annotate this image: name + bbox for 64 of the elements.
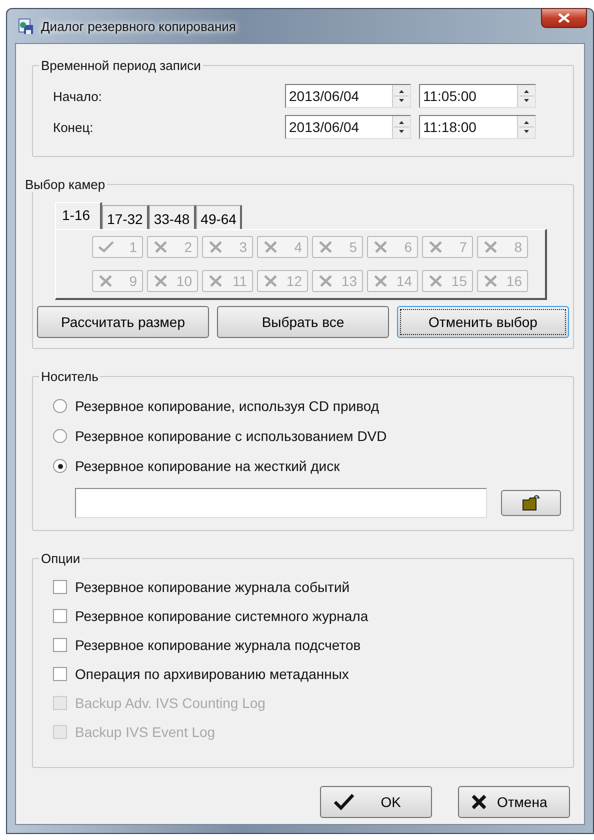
spin-arrows-icon[interactable]	[392, 85, 410, 107]
window-title: Диалог резервного копирования	[41, 18, 236, 34]
checkbox-label: Резервное копирование журнала подсчетов	[75, 637, 361, 653]
tab[interactable]: 1-16	[55, 202, 102, 229]
radio-button[interactable]	[53, 399, 67, 413]
spin-arrows-icon[interactable]	[392, 116, 410, 138]
cross-icon	[373, 241, 389, 253]
radio-button[interactable]	[53, 429, 67, 443]
cross-icon	[471, 794, 487, 810]
cross-icon	[153, 241, 169, 253]
checkbox-label: Резервное копирование системного журнала	[75, 608, 368, 624]
cross-icon	[208, 275, 224, 287]
cross-icon	[428, 275, 444, 287]
checkbox-label: Backup Adv. IVS Counting Log	[75, 695, 266, 711]
cross-icon	[318, 275, 334, 287]
radio-button[interactable]	[53, 459, 67, 473]
ok-button[interactable]: OK	[320, 786, 432, 818]
field-label: Начало:	[53, 88, 103, 104]
radio-label: Резервное копирование на жесткий диск	[75, 458, 340, 474]
group-title: Временной период записи	[40, 58, 202, 73]
checkbox-label: Backup IVS Event Log	[75, 724, 216, 740]
group-title: Носитель	[40, 369, 100, 384]
cross-icon	[153, 275, 169, 287]
path-input-field[interactable]	[75, 488, 487, 518]
action-button[interactable]: Выбрать все	[217, 306, 389, 338]
cross-icon	[208, 241, 224, 253]
group-title: Опции	[40, 551, 82, 566]
check-icon	[98, 241, 114, 253]
backup-app-icon	[17, 17, 35, 35]
checkbox[interactable]	[53, 638, 67, 652]
folder-icon	[521, 495, 541, 511]
cross-icon	[373, 275, 389, 287]
radio-label: Резервное копирование, используя CD привод	[75, 398, 380, 414]
radio-label: Резервное копирование с использованием DVD	[75, 428, 387, 444]
date-field[interactable]: 2013/06/04	[285, 115, 411, 139]
cross-icon	[428, 241, 444, 253]
group-title: Выбор камер	[24, 177, 106, 192]
cross-icon	[263, 241, 279, 253]
close-icon	[558, 13, 570, 23]
cross-icon	[318, 241, 334, 253]
close-button[interactable]	[541, 8, 587, 28]
checkbox[interactable]	[53, 667, 67, 681]
cancel-button[interactable]: Отмена	[458, 786, 570, 818]
tab[interactable]: 33-48	[148, 205, 196, 229]
cross-icon	[98, 275, 114, 287]
action-button[interactable]: Отменить выбор	[397, 306, 569, 338]
cross-icon	[263, 275, 279, 287]
time-field[interactable]: 11:05:00	[419, 84, 536, 108]
time-field[interactable]: 11:18:00	[419, 115, 536, 139]
checkbox[interactable]	[53, 609, 67, 623]
spin-arrows-icon[interactable]	[517, 85, 535, 107]
checkbox-label: Операция по архивированию метаданных	[75, 666, 349, 682]
browse-button[interactable]	[501, 490, 561, 516]
field-label: Конец:	[53, 120, 94, 134]
checkmark-icon	[333, 793, 355, 811]
action-button[interactable]: Рассчитать размер	[37, 306, 209, 338]
spin-arrows-icon[interactable]	[517, 116, 535, 138]
date-field[interactable]: 2013/06/04	[285, 84, 411, 108]
checkbox[interactable]	[53, 580, 67, 594]
cross-icon	[483, 241, 499, 253]
tab[interactable]: 17-32	[102, 205, 149, 229]
tab[interactable]: 49-64	[196, 205, 242, 229]
cross-icon	[483, 275, 499, 287]
checkbox-label: Резервное копирование журнала событий	[75, 579, 350, 595]
